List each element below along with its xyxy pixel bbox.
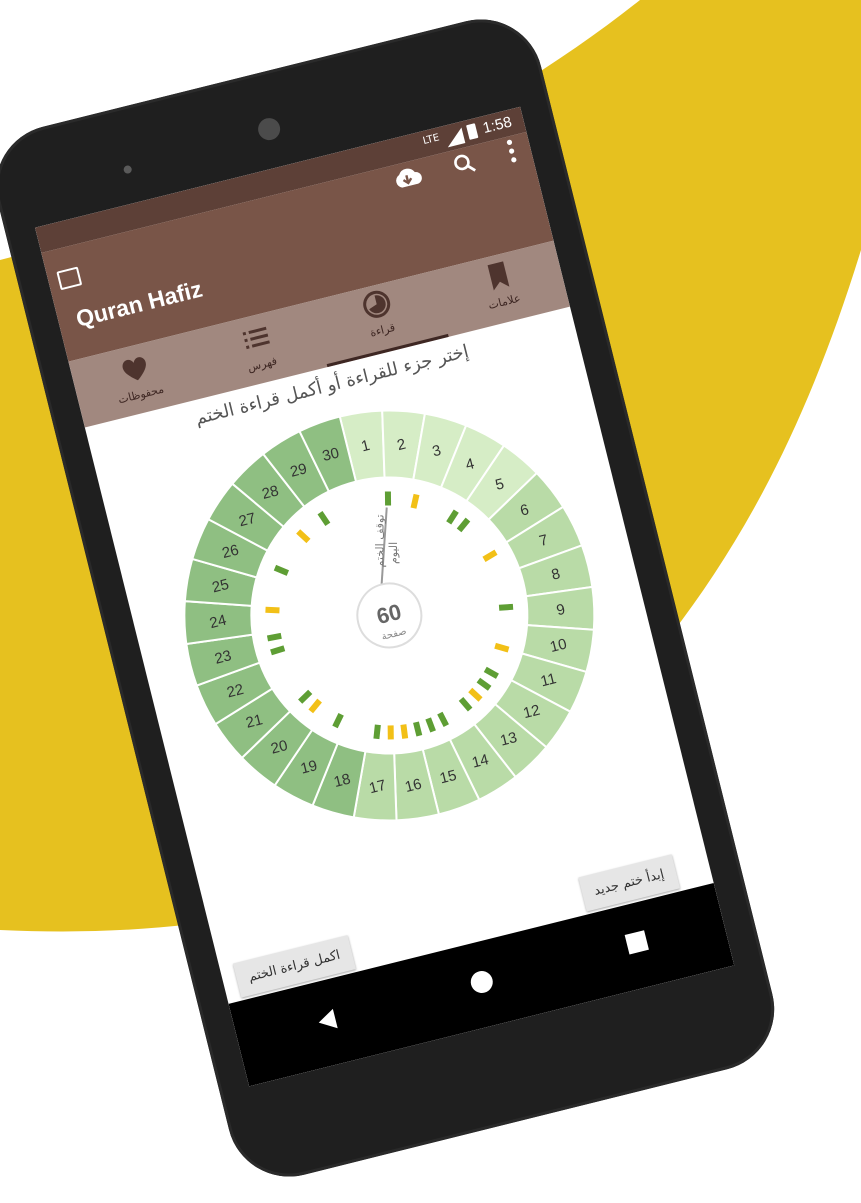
reading-progress-mark bbox=[387, 725, 394, 740]
tab-label: قراءة bbox=[368, 320, 397, 340]
reading-progress-mark bbox=[270, 645, 286, 656]
signal-icon bbox=[443, 127, 466, 148]
lte-indicator: LTE bbox=[421, 132, 441, 148]
home-icon[interactable] bbox=[467, 967, 496, 996]
more-vert-icon[interactable] bbox=[504, 137, 520, 165]
search-icon[interactable] bbox=[450, 149, 479, 178]
tab-label: علامات bbox=[486, 291, 522, 313]
reading-progress-mark bbox=[400, 724, 409, 739]
progress-pie-icon bbox=[362, 290, 390, 318]
tab-label: فهرس bbox=[246, 354, 279, 375]
reading-progress-mark bbox=[266, 632, 282, 642]
cloud-download-icon[interactable] bbox=[389, 161, 424, 193]
recents-icon[interactable] bbox=[623, 929, 650, 956]
reading-progress-mark bbox=[384, 491, 392, 506]
app-title: Quran Hafiz bbox=[73, 275, 205, 332]
pointer-label: اليوم bbox=[387, 542, 400, 564]
bookmark-icon bbox=[487, 261, 509, 291]
clock: 1:58 bbox=[481, 113, 514, 138]
tab-label: محفوظات bbox=[116, 382, 166, 407]
reading-progress-mark bbox=[413, 721, 423, 737]
reading-progress-mark bbox=[265, 606, 280, 614]
reading-progress-mark bbox=[498, 603, 514, 611]
back-icon[interactable] bbox=[313, 1006, 340, 1035]
list-icon bbox=[242, 326, 270, 350]
gallery-icon bbox=[56, 266, 83, 291]
heart-icon bbox=[122, 357, 146, 381]
battery-icon bbox=[466, 123, 479, 140]
juz-wheel: 1 2 34567891011121314151617181920212223242… bbox=[183, 409, 596, 822]
pointer-label: توقف الختم bbox=[374, 514, 387, 567]
